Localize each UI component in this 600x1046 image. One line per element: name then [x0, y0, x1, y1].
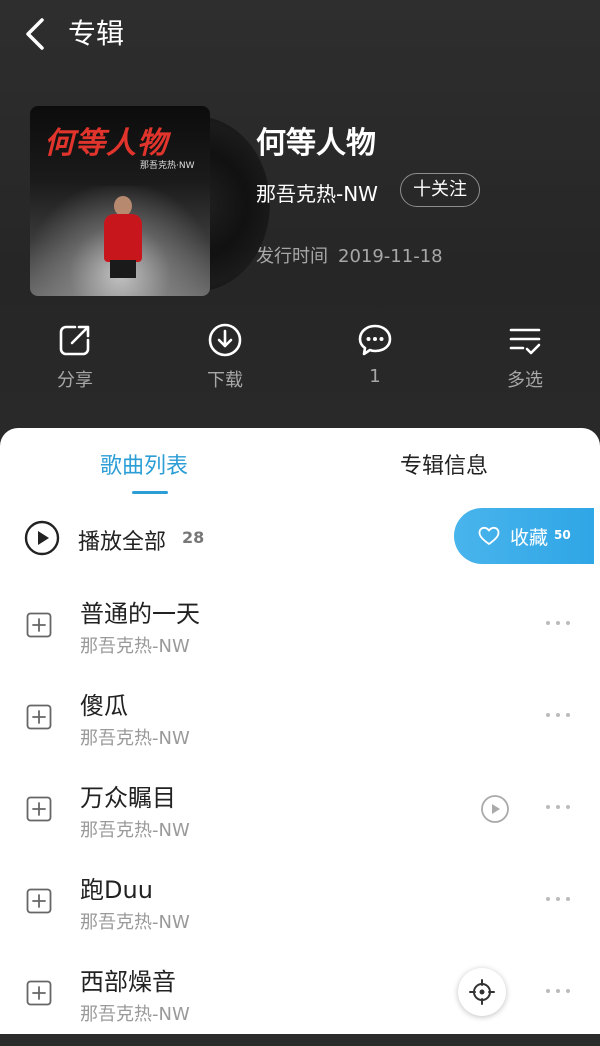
song-row[interactable]: 普通的一天 那吾克热-NW: [0, 588, 600, 678]
share-icon: [59, 325, 90, 356]
song-artist: 那吾克热-NW: [80, 1004, 190, 1025]
comment-icon: [358, 324, 392, 356]
locate-current-button[interactable]: [458, 968, 506, 1016]
song-artist: 那吾克热-NW: [80, 728, 190, 749]
crosshair-icon: [469, 979, 495, 1005]
back-arrow-icon[interactable]: [18, 14, 54, 54]
release-label: 发行时间: [256, 246, 328, 267]
download-button[interactable]: 下载: [175, 322, 275, 398]
song-title: 跑Duu: [80, 876, 153, 904]
heart-icon: [478, 526, 500, 545]
add-icon[interactable]: [26, 612, 52, 638]
comment-button[interactable]: 1: [325, 322, 425, 398]
download-icon: [208, 323, 242, 357]
song-row[interactable]: 西部燥音 那吾克热-NW: [0, 956, 600, 1046]
action-bar: 分享 下载 1 多选: [0, 322, 600, 402]
release-info: 发行时间 2019-11-18: [256, 242, 453, 268]
multi-select-button[interactable]: 多选: [475, 322, 575, 398]
add-icon[interactable]: [26, 888, 52, 914]
play-all-label: 播放全部: [78, 530, 167, 555]
page-title: 专辑: [68, 17, 125, 50]
song-title: 万众瞩目: [80, 784, 176, 812]
tab-album-info[interactable]: 专辑信息: [400, 448, 488, 480]
collect-button[interactable]: 收藏 50: [454, 508, 594, 564]
mv-play-icon[interactable]: [480, 794, 510, 824]
more-icon[interactable]: [544, 986, 572, 996]
more-icon[interactable]: [544, 618, 572, 628]
active-tab-indicator: [132, 491, 168, 494]
collect-count: 50: [554, 528, 571, 542]
song-title: 西部燥音: [80, 968, 176, 996]
artist-name[interactable]: 那吾克热-NW: [256, 178, 378, 207]
top-bar: 专辑: [0, 0, 600, 70]
release-date: 2019-11-18: [338, 246, 443, 267]
multi-select-icon: [509, 328, 541, 355]
download-label: 下载: [207, 370, 243, 391]
more-icon[interactable]: [544, 802, 572, 812]
song-row[interactable]: 傻瓜 那吾克热-NW: [0, 680, 600, 770]
song-row[interactable]: 万众瞩目 那吾克热-NW: [0, 772, 600, 862]
cover-art: 何等人物 那吾克热·NW: [30, 106, 210, 296]
album-cover[interactable]: 何等人物 那吾克热·NW: [30, 106, 270, 296]
song-title: 普通的一天: [80, 600, 200, 628]
song-artist: 那吾克热-NW: [80, 912, 190, 933]
add-icon[interactable]: [26, 704, 52, 730]
add-icon[interactable]: [26, 980, 52, 1006]
more-icon[interactable]: [544, 894, 572, 904]
cover-title-text: 何等人物: [44, 126, 168, 161]
add-icon[interactable]: [26, 796, 52, 822]
album-title: 何等人物: [256, 126, 376, 161]
play-circle-icon: [24, 520, 60, 556]
song-artist: 那吾克热-NW: [80, 820, 190, 841]
tab-song-list[interactable]: 歌曲列表: [100, 448, 188, 480]
song-artist: 那吾克热-NW: [80, 636, 190, 657]
multi-select-label: 多选: [507, 370, 543, 391]
cover-subtitle-text: 那吾克热·NW: [140, 161, 195, 171]
more-icon[interactable]: [544, 710, 572, 720]
song-sheet: 歌曲列表 专辑信息 播放全部 28 收藏 50 普通的一天 那吾克热-NW 傻瓜…: [0, 428, 600, 1034]
share-label: 分享: [57, 370, 93, 391]
song-title: 傻瓜: [80, 692, 128, 720]
follow-button[interactable]: 十关注: [400, 173, 480, 207]
song-row[interactable]: 跑Duu 那吾克热-NW: [0, 864, 600, 954]
collect-label: 收藏: [510, 527, 549, 549]
cover-figure: [100, 196, 146, 278]
comment-count: 1: [369, 366, 381, 387]
share-button[interactable]: 分享: [25, 322, 125, 398]
song-count: 28: [182, 528, 205, 547]
